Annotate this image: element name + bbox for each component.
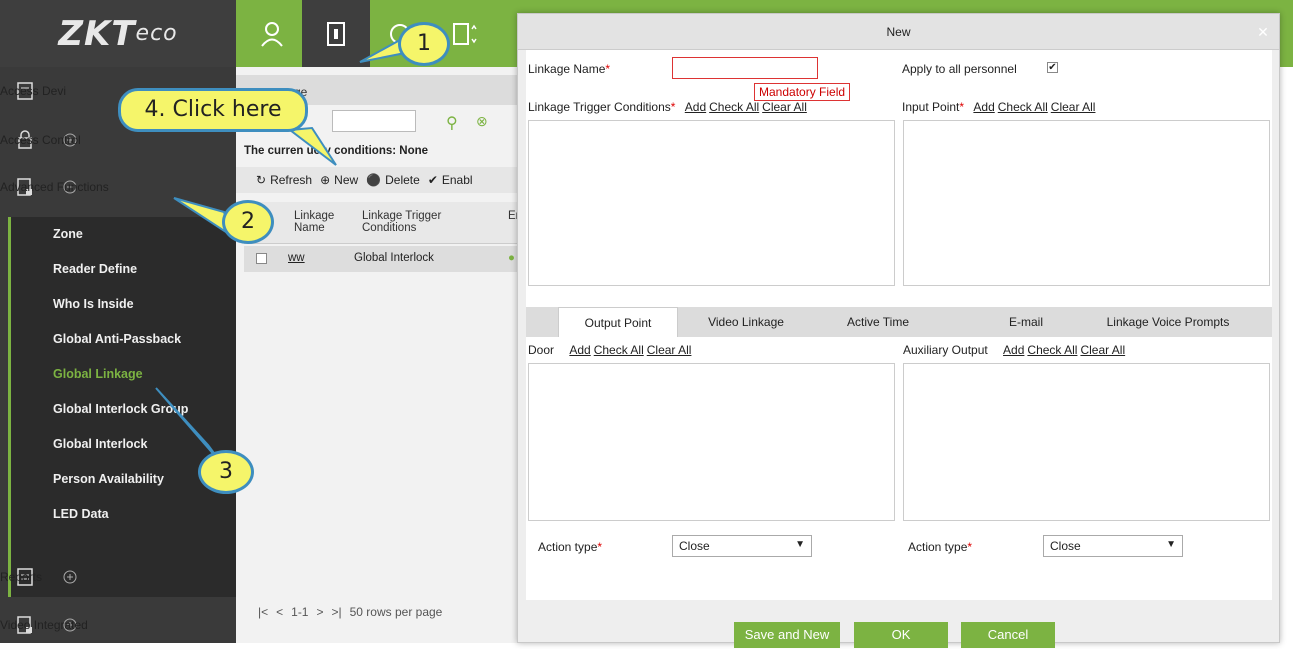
callout-step-2: 2	[222, 200, 274, 244]
callout-step-4: 4. Click here	[118, 88, 308, 132]
callout-step-3: 3	[198, 450, 254, 494]
callout-step-1: 1	[398, 22, 450, 66]
